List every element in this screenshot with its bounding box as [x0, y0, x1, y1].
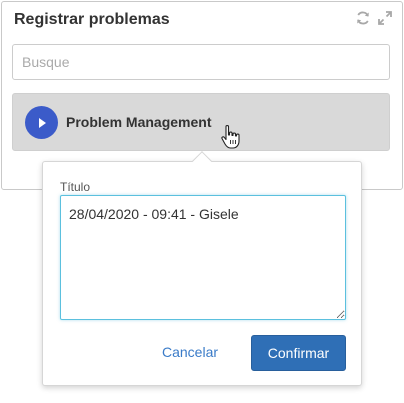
- search-input[interactable]: [12, 44, 390, 80]
- widget-actions: [355, 10, 393, 26]
- cancel-button[interactable]: Cancelar: [162, 344, 218, 360]
- widget-title: Registrar problemas: [14, 11, 170, 28]
- play-icon[interactable]: [25, 106, 58, 139]
- expand-icon[interactable]: [377, 10, 393, 26]
- title-popover: Título 28/04/2020 - 09:41 - Gisele Cance…: [42, 151, 362, 386]
- title-textarea[interactable]: 28/04/2020 - 09:41 - Gisele: [60, 195, 346, 320]
- refresh-icon[interactable]: [355, 10, 371, 26]
- hand-pointer-icon: [220, 124, 242, 150]
- confirm-button[interactable]: Confirmar: [251, 335, 346, 371]
- process-item-problem-management[interactable]: Problem Management: [12, 93, 390, 151]
- title-field-label: Título: [60, 180, 91, 194]
- process-label: Problem Management: [66, 114, 212, 130]
